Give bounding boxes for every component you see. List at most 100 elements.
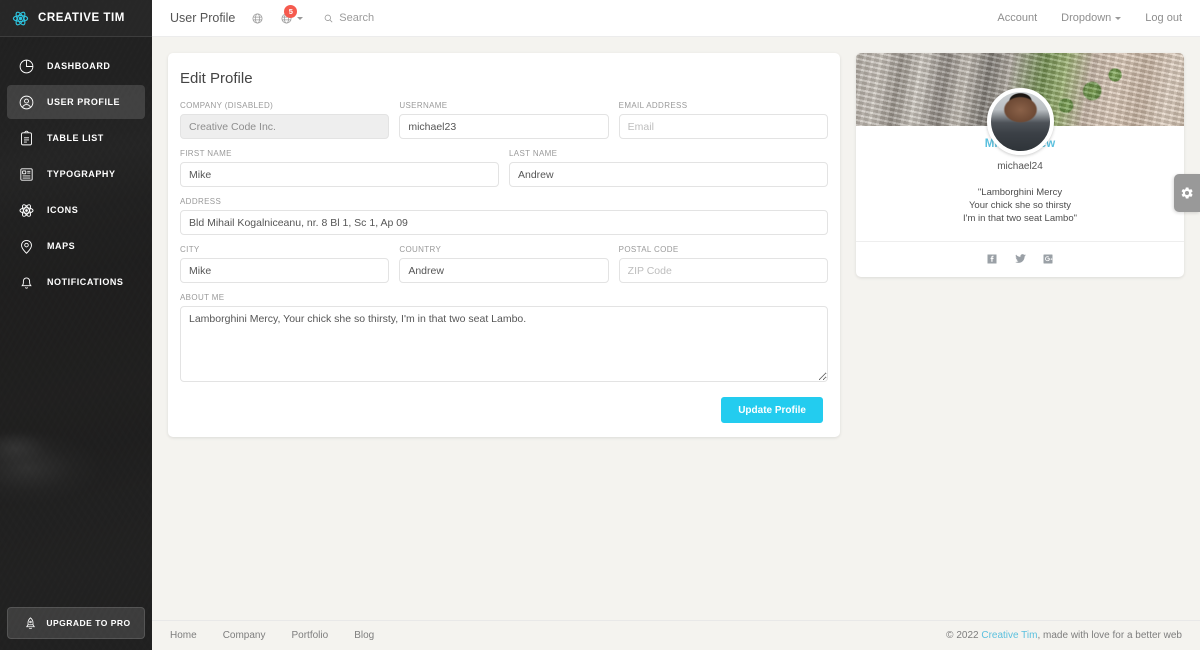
facebook-icon[interactable]	[986, 252, 999, 265]
footer-copyright: © 2022 Creative Tim, made with love for …	[946, 630, 1182, 641]
city-input[interactable]	[180, 258, 389, 283]
quote-line-2: Your chick she so thirsty	[969, 200, 1071, 211]
quote-line-1: "Lamborghini Mercy	[978, 187, 1062, 198]
gear-icon	[1180, 186, 1194, 200]
clipboard-icon	[15, 127, 37, 149]
field-label: LAST NAME	[509, 149, 828, 158]
footer-nav: Home Company Portfolio Blog	[170, 630, 374, 641]
form-row-5: ABOUT ME	[175, 293, 833, 387]
footer-brand-link[interactable]: Creative Tim	[981, 630, 1037, 641]
rocket-icon	[21, 612, 39, 634]
user-circle-icon	[15, 91, 37, 113]
field-label: CITY	[180, 245, 389, 254]
settings-tab-button[interactable]	[1174, 174, 1200, 212]
sidebar-item-typography[interactable]: TYPOGRAPHY	[7, 157, 145, 191]
sidebar-item-label: USER PROFILE	[47, 97, 120, 107]
navbar-right-links: Account Dropdown Log out	[997, 12, 1182, 24]
navbar-link-account[interactable]: Account	[997, 12, 1037, 24]
about-me-textarea[interactable]	[180, 306, 828, 382]
footer-link-home[interactable]: Home	[170, 630, 197, 641]
company-input	[180, 114, 389, 139]
navbar-link-label: Log out	[1145, 12, 1182, 24]
edit-profile-card: Edit Profile COMPANY (DISABLED) USERNAME…	[168, 53, 840, 437]
navbar-link-label: Account	[997, 12, 1037, 24]
sidebar-item-icons[interactable]: ICONS	[7, 193, 145, 227]
avatar[interactable]	[987, 88, 1054, 155]
sidebar-item-label: DASHBOARD	[47, 61, 110, 71]
email-field[interactable]	[619, 114, 828, 139]
footer: Home Company Portfolio Blog © 2022 Creat…	[152, 620, 1200, 650]
sidebar: CREATIVE TIM DASHBOARD	[0, 0, 152, 650]
field-username: USERNAME	[394, 101, 613, 139]
upgrade-label: UPGRADE TO PRO	[46, 618, 130, 628]
field-label: ADDRESS	[180, 197, 828, 206]
sidebar-item-notifications[interactable]: NOTIFICATIONS	[7, 265, 145, 299]
country-input[interactable]	[399, 258, 608, 283]
sidebar-item-label: MAPS	[47, 241, 75, 251]
update-profile-button[interactable]: Update Profile	[721, 397, 823, 423]
brand[interactable]: CREATIVE TIM	[0, 0, 152, 37]
map-pin-icon	[15, 235, 37, 257]
upgrade-to-pro-button[interactable]: UPGRADE TO PRO	[7, 607, 145, 639]
content-area: Edit Profile COMPANY (DISABLED) USERNAME…	[152, 37, 1200, 620]
top-navbar: User Profile 5	[152, 0, 1200, 37]
twitter-icon[interactable]	[1014, 252, 1027, 265]
sidebar-item-maps[interactable]: MAPS	[7, 229, 145, 263]
bell-icon	[15, 271, 37, 293]
atom-logo-icon	[12, 10, 29, 27]
field-country: COUNTRY	[394, 245, 613, 283]
search-icon	[323, 13, 334, 24]
dashboard-globe-icon[interactable]	[251, 12, 264, 25]
field-label: FIRST NAME	[180, 149, 499, 158]
navbar-link-dropdown[interactable]: Dropdown	[1061, 12, 1121, 24]
edit-profile-title: Edit Profile	[180, 70, 828, 87]
sidebar-item-user-profile[interactable]: USER PROFILE	[7, 85, 145, 119]
search-placeholder: Search	[339, 12, 374, 24]
field-label: COMPANY (DISABLED)	[180, 101, 389, 110]
page-title: User Profile	[170, 11, 235, 25]
form-row-3: ADDRESS	[175, 197, 833, 235]
brand-name: CREATIVE TIM	[38, 12, 125, 24]
navbar-link-logout[interactable]: Log out	[1145, 12, 1182, 24]
profile-quote: "Lamborghini Mercy Your chick she so thi…	[874, 186, 1166, 225]
field-address: ADDRESS	[175, 197, 833, 235]
copyright-suffix: , made with love for a better web	[1037, 630, 1182, 641]
sidebar-item-label: TABLE LIST	[47, 133, 104, 143]
field-about-me: ABOUT ME	[175, 293, 833, 387]
quote-line-3: I'm in that two seat Lambo"	[963, 213, 1077, 224]
sidebar-item-table-list[interactable]: TABLE LIST	[7, 121, 145, 155]
field-label: POSTAL CODE	[619, 245, 828, 254]
app-root: CREATIVE TIM DASHBOARD	[0, 0, 1200, 650]
form-row-2: FIRST NAME LAST NAME	[175, 149, 833, 187]
upgrade-container: UPGRADE TO PRO	[0, 607, 152, 650]
footer-link-company[interactable]: Company	[223, 630, 266, 641]
address-input[interactable]	[180, 210, 828, 235]
sidebar-item-dashboard[interactable]: DASHBOARD	[7, 49, 145, 83]
field-email: EMAIL ADDRESS	[614, 101, 833, 139]
social-links	[856, 242, 1184, 277]
field-city: CITY	[175, 245, 394, 283]
pie-chart-icon	[15, 55, 37, 77]
footer-link-blog[interactable]: Blog	[354, 630, 374, 641]
first-name-input[interactable]	[180, 162, 499, 187]
last-name-input[interactable]	[509, 162, 828, 187]
field-postal-code: POSTAL CODE	[614, 245, 833, 283]
postal-code-input[interactable]	[619, 258, 828, 283]
field-first-name: FIRST NAME	[175, 149, 504, 187]
sidebar-item-label: ICONS	[47, 205, 78, 215]
field-label: EMAIL ADDRESS	[619, 101, 828, 110]
notifications-dropdown[interactable]: 5	[280, 12, 303, 25]
search-input[interactable]: Search	[323, 12, 374, 24]
form-row-1: COMPANY (DISABLED) USERNAME EMAIL ADDRES…	[175, 101, 833, 139]
field-company: COMPANY (DISABLED)	[175, 101, 394, 139]
copyright-prefix: © 2022	[946, 630, 981, 641]
typography-icon	[15, 163, 37, 185]
field-label: ABOUT ME	[180, 293, 828, 302]
navbar-icon-group: 5	[251, 12, 303, 25]
footer-link-portfolio[interactable]: Portfolio	[292, 630, 329, 641]
atom-icon	[15, 199, 37, 221]
google-plus-icon[interactable]	[1042, 252, 1055, 265]
main-panel: User Profile 5	[152, 0, 1200, 650]
sidebar-item-label: TYPOGRAPHY	[47, 169, 116, 179]
username-input[interactable]	[399, 114, 608, 139]
